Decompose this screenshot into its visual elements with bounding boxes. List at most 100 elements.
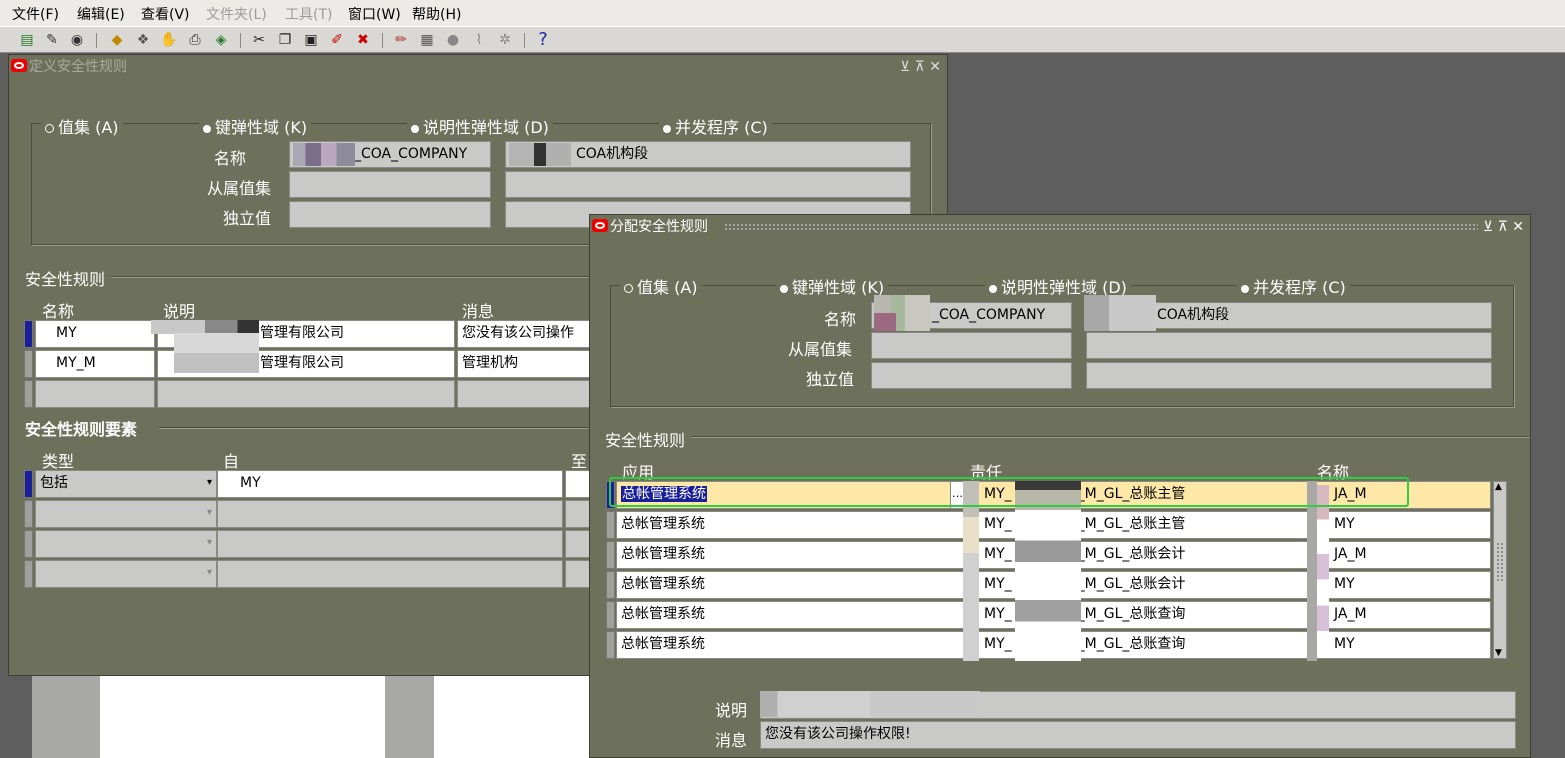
next-step-icon[interactable]: ❖ bbox=[134, 31, 152, 49]
rule-name-field[interactable]: MY bbox=[1313, 631, 1491, 659]
element-from-field-empty[interactable] bbox=[217, 530, 563, 558]
dependent-value-set-field[interactable] bbox=[871, 332, 1072, 359]
label-message: 消息 bbox=[715, 731, 748, 750]
clear-record-icon[interactable]: ✐ bbox=[328, 31, 346, 49]
application-field[interactable]: 总帐管理系统 bbox=[616, 571, 964, 599]
row-indicator[interactable] bbox=[606, 631, 615, 659]
row-indicator[interactable] bbox=[24, 320, 33, 348]
scroll-thumb[interactable] bbox=[1496, 542, 1504, 582]
edit-field-icon[interactable]: ✏ bbox=[392, 31, 410, 49]
col-header-name: 名称 bbox=[42, 302, 75, 321]
scroll-down-icon[interactable]: ▼ bbox=[1495, 648, 1502, 658]
radio-value-set[interactable]: 值集 (A) bbox=[41, 114, 123, 138]
row-indicator[interactable] bbox=[24, 380, 33, 408]
application-field[interactable]: 总帐管理系统 bbox=[616, 541, 964, 569]
element-type-select[interactable]: 包括 ▾ bbox=[35, 470, 217, 498]
label-dependent-value-set: 从属值集 bbox=[788, 340, 853, 359]
new-record-icon[interactable]: ▤ bbox=[18, 31, 36, 49]
rule-message-field[interactable]: 您没有该公司操作 bbox=[457, 320, 602, 348]
row-indicator[interactable] bbox=[24, 530, 33, 558]
radio-concurrent[interactable]: 并发程序 (C) bbox=[1237, 274, 1350, 298]
dependent-value-set-desc[interactable] bbox=[1086, 332, 1492, 359]
row-indicator[interactable] bbox=[24, 560, 33, 588]
toolbar: ▤ ✎ ◉ ◆ ❖ ✋ ⎙ ◈ ✂ ❐ ▣ ✐ ✖ ✏ ▦ ● ⌇ ✲ ? bbox=[0, 26, 1565, 53]
independent-value-field[interactable] bbox=[871, 362, 1072, 389]
element-from-field-empty[interactable] bbox=[217, 560, 563, 588]
translations-icon[interactable]: ● bbox=[444, 31, 462, 49]
menu-folder[interactable]: 文件夹(L) bbox=[206, 4, 267, 24]
rule-name-field[interactable]: MY_M bbox=[35, 350, 155, 378]
application-field[interactable]: 总帐管理系统 bbox=[616, 601, 964, 629]
copy-icon[interactable]: ❐ bbox=[276, 31, 294, 49]
rule-name-field[interactable]: MY bbox=[35, 320, 155, 348]
radio-value-set[interactable]: 值集 (A) bbox=[620, 274, 702, 298]
element-type-select-empty[interactable]: ▾ bbox=[35, 500, 217, 528]
help-icon[interactable]: ? bbox=[534, 31, 552, 49]
menu-edit[interactable]: 编辑(E) bbox=[77, 4, 125, 24]
col-header-from: 自 bbox=[223, 452, 240, 471]
dependent-value-set-field[interactable] bbox=[289, 171, 491, 198]
menu-tools[interactable]: 工具(T) bbox=[285, 4, 332, 24]
menu-file[interactable]: 文件(F) bbox=[12, 4, 59, 24]
redacted-block bbox=[1084, 295, 1156, 331]
application-field[interactable]: 总帐管理系统 bbox=[616, 511, 964, 539]
menu-window[interactable]: 窗口(W) bbox=[348, 4, 401, 24]
row-indicator[interactable] bbox=[606, 541, 615, 569]
rule-name-field[interactable]: JA_M bbox=[1313, 541, 1491, 569]
rule-elements-section-title: 安全性规则要素 bbox=[25, 420, 138, 439]
row-indicator[interactable] bbox=[24, 500, 33, 528]
independent-value-desc[interactable] bbox=[1086, 362, 1492, 389]
rule-message-field-empty[interactable] bbox=[457, 380, 602, 408]
vertical-scrollbar[interactable]: ▲ ▼ bbox=[1493, 481, 1507, 659]
message-field[interactable]: 您没有该公司操作权限! bbox=[760, 721, 1516, 749]
application-field[interactable]: 总帐管理系统 bbox=[616, 631, 964, 659]
element-from-field[interactable]: MY bbox=[217, 470, 563, 498]
radio-desc-flex[interactable]: 说明性弹性域 (D) bbox=[407, 114, 553, 138]
switch-resp-icon[interactable]: ✋ bbox=[160, 31, 178, 49]
element-from-field-empty[interactable] bbox=[217, 500, 563, 528]
row-indicator[interactable] bbox=[24, 470, 33, 498]
radio-key-flex[interactable]: 键弹性域 (K) bbox=[776, 274, 889, 298]
print-icon[interactable]: ⎙ bbox=[186, 31, 204, 49]
rule-message-field[interactable]: 管理机构 bbox=[457, 350, 602, 378]
rule-name-field[interactable]: JA_M bbox=[1313, 601, 1491, 629]
window-controls-icon[interactable]: ⊻ ⊼ ✕ bbox=[900, 55, 941, 79]
menu-help[interactable]: 帮助(H) bbox=[412, 4, 461, 24]
rule-name-field[interactable]: MY bbox=[1313, 571, 1491, 599]
row-indicator[interactable] bbox=[606, 571, 615, 599]
attachments-icon[interactable]: ⌇ bbox=[470, 31, 488, 49]
paste-icon[interactable]: ▣ bbox=[302, 31, 320, 49]
row-indicator[interactable] bbox=[606, 511, 615, 539]
redacted-block bbox=[1015, 481, 1081, 661]
rule-name-field[interactable]: MY bbox=[1313, 511, 1491, 539]
close-form-icon[interactable]: ◈ bbox=[212, 31, 230, 49]
menu-view[interactable]: 查看(V) bbox=[141, 4, 190, 24]
redacted-block bbox=[174, 333, 259, 373]
independent-value-field[interactable] bbox=[289, 201, 491, 228]
scroll-up-icon[interactable]: ▲ bbox=[1495, 482, 1502, 492]
window-titlebar: 分配安全性规则 ⊻ ⊼ ✕ bbox=[590, 215, 1530, 239]
radio-concurrent[interactable]: 并发程序 (C) bbox=[659, 114, 772, 138]
redacted-block bbox=[963, 481, 979, 661]
col-header-description: 说明 bbox=[163, 302, 196, 321]
row-indicator[interactable] bbox=[606, 601, 615, 629]
rule-name-field-empty[interactable] bbox=[35, 380, 155, 408]
radio-key-flex[interactable]: 键弹性域 (K) bbox=[199, 114, 312, 138]
redacted-block bbox=[151, 320, 259, 334]
cut-icon[interactable]: ✂ bbox=[250, 31, 268, 49]
navigator-icon[interactable]: ◉ bbox=[68, 31, 86, 49]
label-name: 名称 bbox=[824, 310, 857, 329]
dropdown-arrow-icon: ▾ bbox=[206, 477, 212, 488]
delete-record-icon[interactable]: ✖ bbox=[354, 31, 372, 49]
window-controls-icon[interactable]: ⊻ ⊼ ✕ bbox=[1483, 215, 1524, 239]
find-icon[interactable]: ✎ bbox=[43, 31, 61, 49]
save-icon[interactable]: ◆ bbox=[108, 31, 126, 49]
zoom-icon[interactable]: ▦ bbox=[418, 31, 436, 49]
dependent-value-set-desc[interactable] bbox=[505, 171, 911, 198]
row-indicator[interactable] bbox=[24, 350, 33, 378]
folder-tools-icon[interactable]: ✲ bbox=[496, 31, 514, 49]
element-type-select-empty[interactable]: ▾ bbox=[35, 560, 217, 588]
dropdown-arrow-icon: ▾ bbox=[206, 507, 212, 518]
element-type-select-empty[interactable]: ▾ bbox=[35, 530, 217, 558]
rule-description-field-empty[interactable] bbox=[157, 380, 455, 408]
